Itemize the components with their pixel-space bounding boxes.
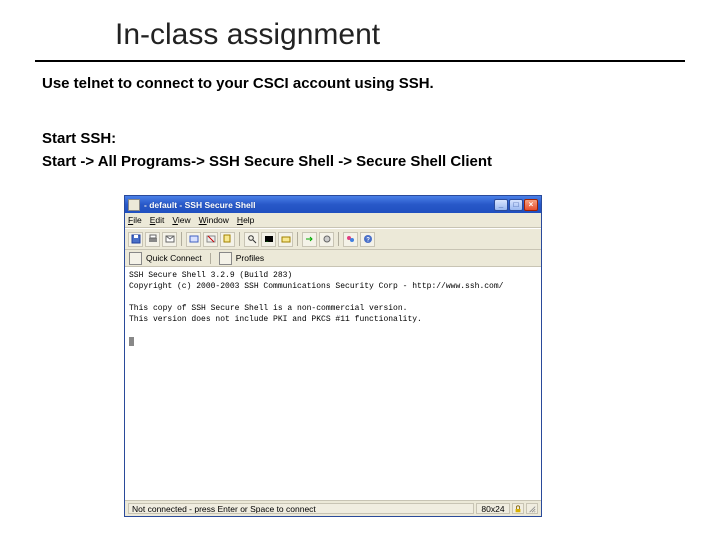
menu-bar: File Edit View Window Help <box>125 213 541 228</box>
mail-icon[interactable] <box>162 232 177 247</box>
menu-view[interactable]: View <box>172 215 190 225</box>
toolbar-separator <box>338 232 339 246</box>
settings-icon[interactable] <box>319 232 334 247</box>
connect-icon[interactable] <box>186 232 201 247</box>
instruction-line-3: Start -> All Programs-> SSH Secure Shell… <box>42 153 492 170</box>
instruction-line-1: Use telnet to connect to your CSCI accou… <box>42 75 434 92</box>
app-icon <box>128 199 140 211</box>
print-icon[interactable] <box>145 232 160 247</box>
quickbar-separator <box>210 253 211 264</box>
save-icon[interactable] <box>128 232 143 247</box>
quick-connect-icon[interactable] <box>129 252 142 265</box>
new-terminal-icon[interactable]: _ <box>261 232 276 247</box>
help-icon[interactable]: ? <box>360 232 375 247</box>
minimize-button[interactable]: _ <box>494 199 508 211</box>
slide: In-class assignment Use telnet to connec… <box>0 0 720 540</box>
status-bar: Not connected - press Enter or Space to … <box>125 500 541 516</box>
find-icon[interactable] <box>244 232 259 247</box>
terminal-line: Copyright (c) 2000-2003 SSH Communicatio… <box>129 282 503 291</box>
menu-help[interactable]: Help <box>237 215 254 225</box>
window-buttons: _ □ × <box>494 199 538 211</box>
profiles-square-icon[interactable] <box>219 252 232 265</box>
page-title: In-class assignment <box>115 18 380 52</box>
toolbar: _ ? <box>125 228 541 250</box>
terminal-area[interactable]: SSH Secure Shell 3.2.9 (Build 283) Copyr… <box>125 267 541 500</box>
terminal-line: SSH Secure Shell 3.2.9 (Build 283) <box>129 271 292 280</box>
cursor-icon <box>129 337 134 346</box>
menu-edit[interactable]: Edit <box>150 215 165 225</box>
profiles-icon[interactable] <box>220 232 235 247</box>
terminal-line: This version does not include PKI and PK… <box>129 315 422 324</box>
close-button[interactable]: × <box>524 199 538 211</box>
ssh-window: - default - SSH Secure Shell _ □ × File … <box>124 195 542 517</box>
status-main: Not connected - press Enter or Space to … <box>128 503 474 514</box>
colors-icon[interactable] <box>343 232 358 247</box>
quick-connect-bar: Quick Connect Profiles <box>125 250 541 267</box>
toolbar-separator <box>239 232 240 246</box>
profiles-label[interactable]: Profiles <box>236 253 264 263</box>
toolbar-separator <box>297 232 298 246</box>
status-position: 80x24 <box>476 503 510 514</box>
title-bar[interactable]: - default - SSH Secure Shell _ □ × <box>125 196 541 213</box>
window-title: - default - SSH Secure Shell <box>144 200 494 210</box>
disconnect-icon[interactable] <box>203 232 218 247</box>
terminal-line: This copy of SSH Secure Shell is a non-c… <box>129 304 407 313</box>
quick-connect-label[interactable]: Quick Connect <box>146 253 202 263</box>
toolbar-separator <box>181 232 182 246</box>
menu-window[interactable]: Window <box>199 215 229 225</box>
status-lock-icon <box>512 503 524 514</box>
maximize-button[interactable]: □ <box>509 199 523 211</box>
instruction-line-2: Start SSH: <box>42 130 116 147</box>
status-resize-icon[interactable] <box>526 503 538 514</box>
transfer-icon[interactable] <box>302 232 317 247</box>
title-underline <box>35 60 685 62</box>
menu-file[interactable]: File <box>128 215 142 225</box>
new-file-transfer-icon[interactable] <box>278 232 293 247</box>
svg-text:?: ? <box>366 238 370 244</box>
